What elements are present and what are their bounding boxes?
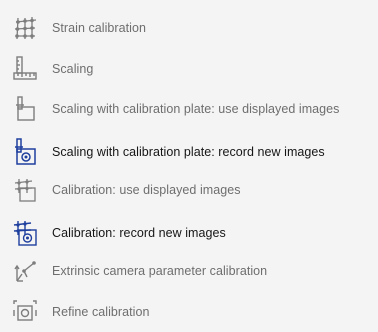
menu-item-label: Scaling	[52, 62, 94, 76]
menu-item-label: Calibration: record new images	[52, 226, 226, 240]
menu-item-label: Scaling with calibration plate: record n…	[52, 145, 325, 159]
menu-item-label: Strain calibration	[52, 21, 147, 35]
scaling-plate-record-icon	[10, 138, 40, 166]
menu-item-label: Refine calibration	[52, 305, 150, 319]
menu-item-scaling-plate-displayed[interactable]: Scaling with calibration plate: use disp…	[0, 89, 378, 129]
menu-item-calibration-record[interactable]: Calibration: record new images	[0, 213, 378, 253]
strain-grid-icon	[10, 14, 40, 42]
ruler-scaling-icon	[10, 55, 40, 83]
calibration-record-icon	[10, 219, 40, 247]
menu-item-label: Scaling with calibration plate: use disp…	[52, 102, 340, 116]
menu-item-strain-calibration[interactable]: Strain calibration	[0, 8, 378, 48]
calibration-menu: Strain calibration Scaling Scaling with …	[0, 0, 378, 322]
menu-item-calibration-displayed[interactable]: Calibration: use displayed images	[0, 170, 378, 210]
menu-item-extrinsic-calibration[interactable]: Extrinsic camera parameter calibration	[0, 251, 378, 291]
calibration-displayed-icon	[10, 176, 40, 204]
menu-item-scaling-plate-record[interactable]: Scaling with calibration plate: record n…	[0, 132, 378, 172]
menu-item-refine-calibration[interactable]: Refine calibration	[0, 292, 378, 332]
extrinsic-axes-icon	[10, 257, 40, 285]
menu-item-label: Calibration: use displayed images	[52, 183, 241, 197]
scaling-plate-displayed-icon	[10, 95, 40, 123]
menu-item-scaling[interactable]: Scaling	[0, 49, 378, 89]
menu-item-label: Extrinsic camera parameter calibration	[52, 264, 268, 278]
